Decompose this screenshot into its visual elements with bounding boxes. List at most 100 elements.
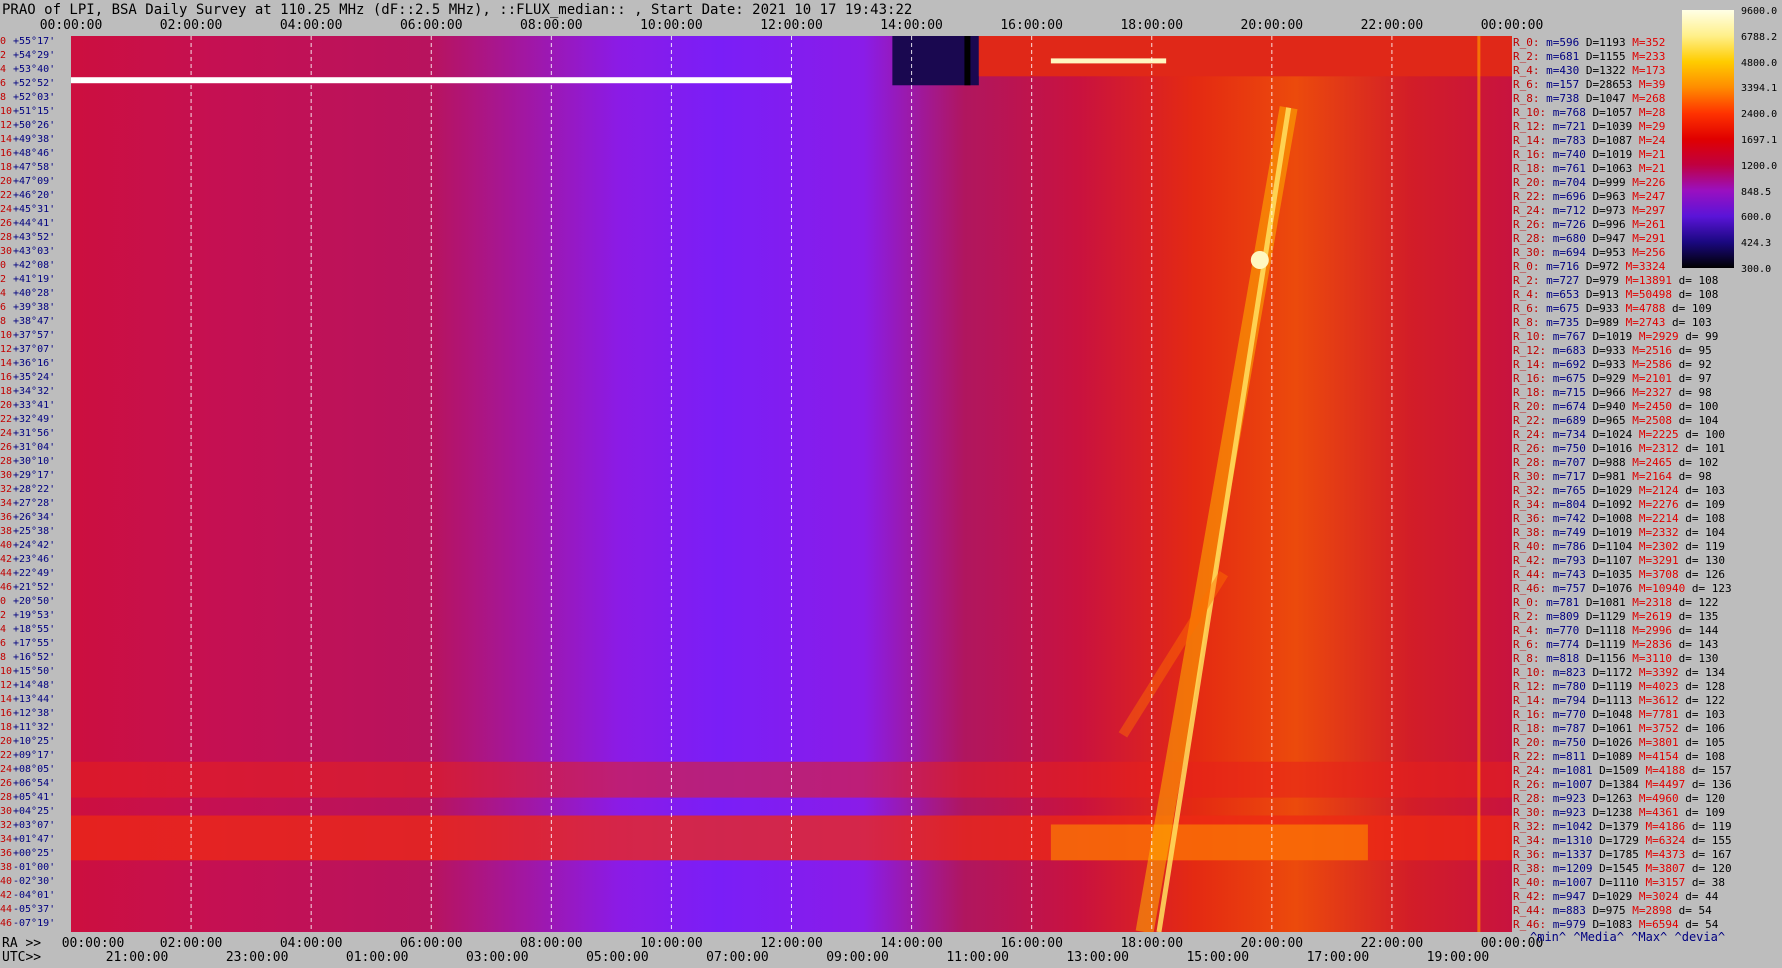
stat-lab: R_12: — [1513, 344, 1547, 357]
stat-value: d= 100 — [1671, 400, 1719, 413]
stat-mn: m=749 — [1546, 526, 1586, 539]
stat-value: D=933 — [1585, 344, 1626, 357]
declination-value: +43°03' — [13, 246, 56, 257]
declination-value: +47°58' — [13, 162, 56, 173]
declination-label: 2 +41°19' — [0, 274, 55, 285]
ra-tick-label: 18:00:00 — [1120, 936, 1184, 951]
stat-mn: m=743 — [1546, 568, 1586, 581]
beam-index: 34 — [0, 498, 13, 509]
stat-row: R_44: m=883 D=975 M=2898 d= 54 — [1513, 904, 1712, 917]
beam-index: 2 — [0, 50, 7, 61]
stat-value: d= 97 — [1671, 372, 1712, 385]
stat-mn: m=804 — [1546, 498, 1586, 511]
stat-value: D=979 — [1579, 274, 1619, 287]
stat-mx: M=2312 — [1632, 442, 1679, 455]
declination-value: -02°30' — [13, 876, 56, 887]
stat-value: d= 103 — [1665, 316, 1712, 329]
stat-lab: R_46: — [1513, 582, 1547, 595]
stat-value: d= 123 — [1685, 582, 1732, 595]
utc-tick-label: 09:00:00 — [826, 950, 889, 965]
stat-value: D=1509 — [1592, 764, 1639, 777]
stat-mx: M=21 — [1632, 148, 1666, 161]
declination-label: 36+26°34' — [0, 512, 55, 523]
declination-label: 2 +19°53' — [0, 610, 55, 621]
stat-lab: R_10: — [1513, 106, 1547, 119]
stat-mn: m=681 — [1539, 50, 1580, 63]
top-tick-label: 04:00:00 — [279, 18, 343, 33]
stat-row: R_32: m=765 D=1029 M=2124 d= 103 — [1513, 484, 1725, 497]
stat-mn: m=707 — [1546, 456, 1586, 469]
beam-index: 42 — [0, 890, 13, 901]
beam-index: 0 — [0, 36, 7, 47]
stat-mx: M=256 — [1625, 246, 1666, 259]
stat-value: D=1172 — [1585, 666, 1633, 679]
ra-axis-label: RA >> — [2, 936, 42, 951]
stat-row: R_4: m=653 D=913 M=50498 d= 108 — [1513, 288, 1718, 301]
declination-label: 40-02°30' — [0, 876, 55, 887]
declination-value: +46°20' — [13, 190, 56, 201]
declination-value: +14°48' — [13, 680, 56, 691]
declination-label: 4 +40°28' — [0, 288, 55, 299]
stat-value: D=1092 — [1585, 498, 1633, 511]
stat-mn: m=767 — [1546, 330, 1586, 343]
colorbar-label: 300.0 — [1741, 264, 1772, 275]
stat-mx: M=3157 — [1638, 876, 1686, 889]
stat-value: D=1057 — [1585, 106, 1633, 119]
stat-value: D=1061 — [1585, 722, 1633, 735]
ra-tick-label: 02:00:00 — [159, 936, 223, 951]
declination-value: -04°01' — [13, 890, 56, 901]
stat-lab: R_0: — [1513, 596, 1540, 609]
stat-lab: R_38: — [1513, 862, 1547, 875]
stat-row: R_18: m=787 D=1061 M=3752 d= 106 — [1513, 722, 1725, 735]
stat-row: R_16: m=770 D=1048 M=7781 d= 103 — [1513, 708, 1725, 721]
top-tick-label: 14:00:00 — [880, 18, 943, 33]
stat-mn: m=430 — [1539, 64, 1580, 77]
beam-index: 18 — [0, 386, 13, 397]
beam-index: 0 — [0, 260, 7, 271]
stat-mn: m=883 — [1546, 904, 1586, 917]
stat-row: R_20: m=674 D=940 M=2450 d= 100 — [1513, 400, 1718, 413]
stat-lab: R_8: — [1513, 652, 1540, 665]
stat-value: D=1024 — [1585, 428, 1633, 441]
beam-index: 36 — [0, 848, 13, 859]
stat-mn: m=780 — [1546, 680, 1586, 693]
beam-index: 4 — [0, 624, 7, 635]
stat-mx: M=3291 — [1632, 554, 1679, 567]
beam-index: 4 — [0, 288, 7, 299]
stat-value: d= 106 — [1678, 722, 1725, 735]
stat-mn: m=696 — [1546, 190, 1586, 203]
declination-value: +30°10' — [13, 456, 56, 467]
stat-lab: R_32: — [1513, 820, 1547, 833]
declination-value: +08°05' — [13, 764, 56, 775]
declination-label: 16+48°46' — [0, 148, 55, 159]
colorbar-label: 4800.0 — [1741, 57, 1778, 69]
stat-mx: M=2450 — [1625, 400, 1672, 413]
stat-mx: M=268 — [1625, 92, 1666, 105]
colorbar-label: 6788.2 — [1741, 31, 1778, 43]
band-hot — [1050, 824, 1368, 861]
stat-lab: R_10: — [1513, 666, 1547, 679]
top-tick-label: 16:00:00 — [1000, 18, 1063, 33]
declination-value: +21°52' — [13, 582, 56, 593]
declination-value: +48°46' — [13, 148, 56, 159]
stat-row: R_20: m=704 D=999 M=226 — [1513, 176, 1665, 189]
stat-value: d= 105 — [1678, 736, 1725, 749]
stat-value: D=1379 — [1592, 820, 1639, 833]
stat-lab: R_16: — [1513, 148, 1547, 161]
stat-value: D=1087 — [1585, 134, 1633, 147]
stat-mx: M=233 — [1625, 50, 1666, 63]
stat-legend: ^min^ ^Media^ ^Max^ ^devia^ — [1530, 930, 1726, 944]
declination-label: 0 +20°50' — [0, 596, 55, 607]
declination-label: 34+01°47' — [0, 834, 55, 845]
heatmap-plot — [71, 36, 1512, 932]
stat-value: d= 108 — [1678, 512, 1725, 525]
beam-index: 14 — [0, 358, 13, 369]
stat-value: d= 101 — [1678, 442, 1725, 455]
stat-lab: R_30: — [1513, 246, 1547, 259]
stat-mx: M=50498 — [1619, 288, 1672, 301]
colorbar-label: 1200.0 — [1741, 160, 1778, 172]
stat-value: d= 128 — [1678, 680, 1725, 693]
stat-mn: m=675 — [1546, 372, 1586, 385]
top-tick-label: 00:00:00 — [1480, 18, 1544, 33]
declination-value: +10°25' — [13, 736, 56, 747]
